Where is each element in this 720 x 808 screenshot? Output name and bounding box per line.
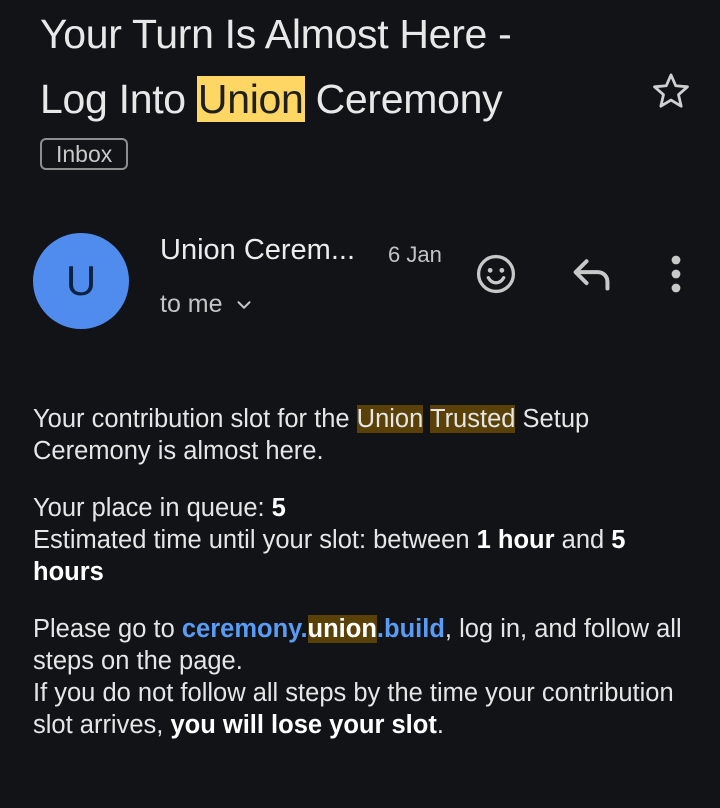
warning-text: you will lose your slot bbox=[170, 711, 437, 739]
subject-highlight: Union bbox=[196, 76, 305, 122]
ceremony-link[interactable]: ceremony.union.build bbox=[182, 615, 445, 643]
email-subject: Your Turn Is Almost Here - Log Into Unio… bbox=[40, 2, 640, 132]
time-min: 1 hour bbox=[476, 526, 555, 554]
sender-name[interactable]: Union Cerem... bbox=[160, 234, 355, 267]
reply-icon[interactable] bbox=[570, 254, 614, 294]
email-body: Your contribution slot for the Union Tru… bbox=[33, 403, 693, 766]
highlight-trusted: Trusted bbox=[429, 405, 516, 433]
time-and: and bbox=[554, 526, 612, 554]
avatar: U bbox=[33, 233, 129, 329]
subject-line-2-post: Ceremony bbox=[304, 76, 503, 122]
time-label: Estimated time until your slot: between bbox=[33, 526, 477, 554]
body-text: Please go to bbox=[33, 615, 182, 643]
queue-label: Your place in queue: bbox=[33, 494, 272, 522]
recipient-toggle[interactable]: to me bbox=[160, 290, 255, 319]
subject-line-1: Your Turn Is Almost Here - bbox=[40, 11, 512, 57]
star-icon[interactable] bbox=[650, 70, 692, 112]
queue-value: 5 bbox=[271, 494, 286, 522]
emoji-reaction-icon[interactable] bbox=[474, 252, 518, 296]
subject-line-2-pre: Log Into bbox=[40, 76, 197, 122]
body-text: . bbox=[436, 711, 444, 739]
inbox-label-badge[interactable]: Inbox bbox=[40, 138, 129, 170]
link-highlight[interactable]: union bbox=[307, 615, 377, 643]
highlight-union: Union bbox=[356, 405, 424, 433]
email-date: 6 Jan bbox=[388, 242, 442, 267]
body-paragraph-3: Please go to ceremony.union.build, log i… bbox=[33, 613, 693, 741]
recipient-label: to me bbox=[160, 290, 223, 318]
link-part[interactable]: .build bbox=[377, 615, 445, 643]
body-text: Your contribution slot for the bbox=[33, 405, 357, 433]
more-vert-icon[interactable] bbox=[664, 254, 688, 294]
link-part[interactable]: ceremony. bbox=[182, 615, 308, 643]
body-paragraph-2: Your place in queue: 5 Estimated time unt… bbox=[33, 492, 693, 588]
chevron-down-icon bbox=[237, 301, 251, 310]
body-paragraph-1: Your contribution slot for the Union Tru… bbox=[33, 403, 693, 467]
